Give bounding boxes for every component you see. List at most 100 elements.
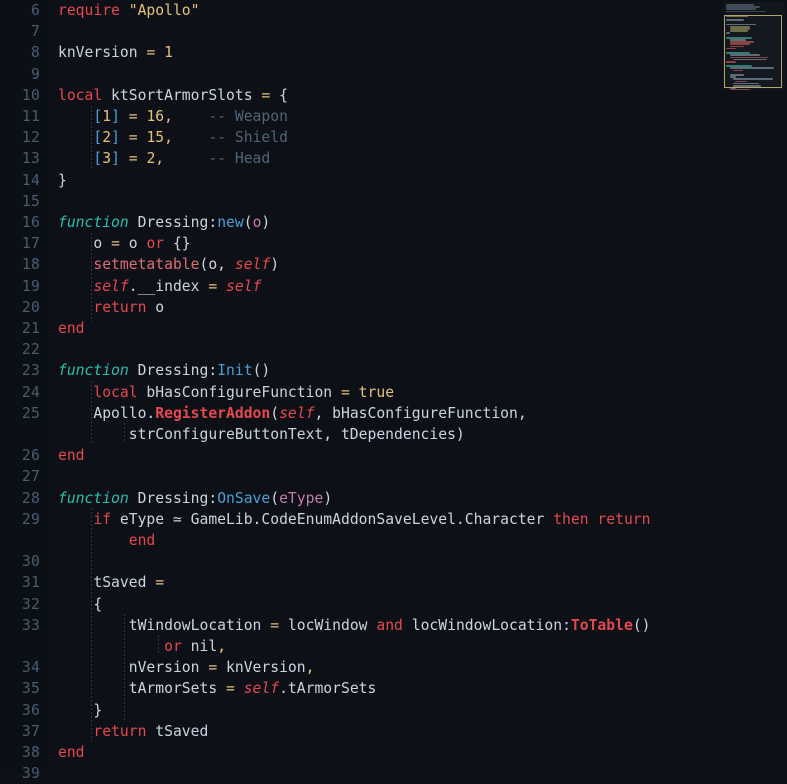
line-content[interactable]: require "Apollo" bbox=[58, 0, 200, 21]
code-line[interactable]: strConfigureButtonText, tDependencies) bbox=[0, 424, 787, 445]
line-content[interactable]: [2] = 15, -- Shield bbox=[58, 127, 288, 148]
code-line[interactable]: 29 if eType ≃ GameLib.CodeEnumAddonSaveL… bbox=[0, 509, 787, 530]
code-line[interactable]: 12 [2] = 15, -- Shield bbox=[0, 127, 787, 148]
line-content[interactable]: tArmorSets = self.tArmorSets bbox=[58, 678, 377, 699]
token-brk: ] bbox=[111, 108, 120, 125]
code-line[interactable]: 16 function Dressing:new(o) bbox=[0, 212, 787, 233]
token-id bbox=[58, 596, 93, 613]
code-line[interactable]: 18 setmetatable(o, self) bbox=[0, 254, 787, 275]
minimap-viewport[interactable] bbox=[724, 15, 782, 88]
code-line[interactable]: 36 } bbox=[0, 700, 787, 721]
line-number: 6 bbox=[30, 2, 40, 19]
code-line[interactable]: 26 end bbox=[0, 445, 787, 466]
line-content[interactable]: o = o or {} bbox=[58, 233, 191, 254]
line-content[interactable]: tSaved = bbox=[58, 572, 164, 593]
line-content[interactable]: tWindowLocation = locWindow and locWindo… bbox=[58, 615, 651, 636]
token-id bbox=[235, 680, 244, 697]
minimap[interactable] bbox=[723, 2, 785, 90]
code-line[interactable]: 7 bbox=[0, 21, 787, 42]
code-line[interactable]: 24 local bHasConfigureFunction = true bbox=[0, 382, 787, 403]
code-line[interactable]: 10 local ktSortArmorSlots = { bbox=[0, 85, 787, 106]
line-content[interactable]: if eType ≃ GameLib.CodeEnumAddonSaveLeve… bbox=[58, 509, 650, 530]
code-line[interactable]: 21 end bbox=[0, 318, 787, 339]
token-id bbox=[58, 702, 93, 719]
line-content[interactable]: nVersion = knVersion, bbox=[58, 657, 315, 678]
code-line[interactable]: 6 require "Apollo" bbox=[0, 0, 787, 21]
line-content[interactable]: [1] = 16, -- Weapon bbox=[58, 106, 288, 127]
token-punc: ( bbox=[243, 214, 253, 231]
token-id: locWindow bbox=[279, 616, 377, 634]
line-number: 22 bbox=[21, 341, 40, 359]
code-line[interactable]: 25 Apollo.RegisterAddon(self, bHasConfig… bbox=[0, 403, 787, 424]
code-line[interactable]: 38 end bbox=[0, 742, 787, 763]
line-content[interactable]: strConfigureButtonText, tDependencies) bbox=[58, 424, 465, 445]
line-content[interactable]: return tSaved bbox=[58, 721, 208, 742]
line-content[interactable]: } bbox=[58, 700, 102, 721]
token-punc: {} bbox=[172, 235, 191, 253]
line-content[interactable]: [3] = 2, -- Head bbox=[58, 148, 270, 169]
line-content[interactable]: end bbox=[58, 445, 85, 466]
line-number: 10 bbox=[21, 86, 40, 104]
code-line[interactable]: 34 nVersion = knVersion, bbox=[0, 657, 787, 678]
code-line[interactable]: 8 knVersion = 1 bbox=[0, 42, 787, 63]
line-content[interactable]: Apollo.RegisterAddon(self, bHasConfigure… bbox=[58, 403, 526, 424]
line-content[interactable]: knVersion = 1 bbox=[58, 42, 173, 63]
token-op: = bbox=[128, 150, 138, 168]
line-number: 8 bbox=[30, 44, 40, 62]
code-line[interactable]: or nil, bbox=[0, 636, 787, 657]
code-line[interactable]: 35 tArmorSets = self.tArmorSets bbox=[0, 678, 787, 699]
code-line[interactable]: 28 function Dressing:OnSave(eType) bbox=[0, 488, 787, 509]
minimap-line bbox=[726, 8, 756, 11]
line-content[interactable]: { bbox=[58, 594, 102, 615]
code-line[interactable]: 14} bbox=[0, 170, 787, 191]
line-content[interactable]: setmetatable(o, self) bbox=[58, 254, 279, 275]
line-content[interactable]: end bbox=[58, 530, 156, 551]
token-id: Dressing bbox=[128, 489, 209, 507]
code-line[interactable]: 31 tSaved = bbox=[0, 572, 787, 593]
token-op: , bbox=[217, 638, 227, 655]
token-id: .__index bbox=[128, 277, 209, 295]
code-line[interactable]: 15 bbox=[0, 191, 787, 212]
line-content[interactable]: } bbox=[58, 170, 67, 191]
code-line[interactable]: 11 [1] = 16, -- Weapon bbox=[0, 106, 787, 127]
line-content[interactable]: end bbox=[58, 318, 85, 339]
code-line[interactable]: 22 bbox=[0, 339, 787, 360]
token-param: eType bbox=[279, 489, 324, 507]
line-content[interactable]: local ktSortArmorSlots = { bbox=[58, 85, 288, 106]
line-content[interactable]: end bbox=[58, 742, 85, 763]
line-content[interactable]: local bHasConfigureFunction = true bbox=[58, 382, 394, 403]
line-content[interactable]: self.__index = self bbox=[58, 276, 261, 297]
code-line[interactable]: 9 bbox=[0, 64, 787, 85]
token-slf: self bbox=[93, 277, 129, 295]
token-kw: end bbox=[128, 532, 156, 549]
token-op: = bbox=[226, 680, 235, 698]
token-id bbox=[58, 150, 93, 167]
line-content[interactable]: or nil, bbox=[58, 636, 226, 657]
line-number: 9 bbox=[30, 65, 40, 83]
code-line[interactable]: 27 bbox=[0, 466, 787, 487]
code-line[interactable]: 20 return o bbox=[0, 297, 787, 318]
code-line[interactable]: 30 bbox=[0, 551, 787, 572]
code-line[interactable]: 33 tWindowLocation = locWindow and locWi… bbox=[0, 615, 787, 636]
code-line[interactable]: 17 o = o or {} bbox=[0, 233, 787, 254]
token-meth: new bbox=[217, 214, 244, 231]
line-number: 32 bbox=[21, 595, 40, 613]
code-line[interactable]: 13 [3] = 2, -- Head bbox=[0, 148, 787, 169]
line-content[interactable]: function Dressing:new(o) bbox=[58, 212, 270, 233]
token-op: = bbox=[208, 659, 218, 677]
code-editor[interactable]: 6 require "Apollo" 7 8 knVersion = 1 9 10 local… bbox=[0, 0, 787, 782]
code-line[interactable]: end bbox=[0, 530, 787, 551]
token-id: knVersion bbox=[217, 659, 306, 677]
code-line[interactable]: 32 { bbox=[0, 594, 787, 615]
token-id: knVersion bbox=[58, 44, 147, 62]
code-line[interactable]: 23 function Dressing:Init() bbox=[0, 360, 787, 381]
line-content[interactable]: function Dressing:OnSave(eType) bbox=[58, 488, 332, 509]
code-line[interactable]: 19 self.__index = self bbox=[0, 276, 787, 297]
code-line[interactable]: 37 return tSaved bbox=[0, 721, 787, 742]
code-line[interactable]: 39 bbox=[0, 763, 787, 784]
token-kw: return bbox=[93, 722, 147, 740]
token-kw: or bbox=[146, 235, 165, 253]
line-content[interactable]: return o bbox=[58, 297, 164, 318]
token-id: nil bbox=[181, 638, 218, 655]
line-content[interactable]: function Dressing:Init() bbox=[58, 360, 270, 381]
